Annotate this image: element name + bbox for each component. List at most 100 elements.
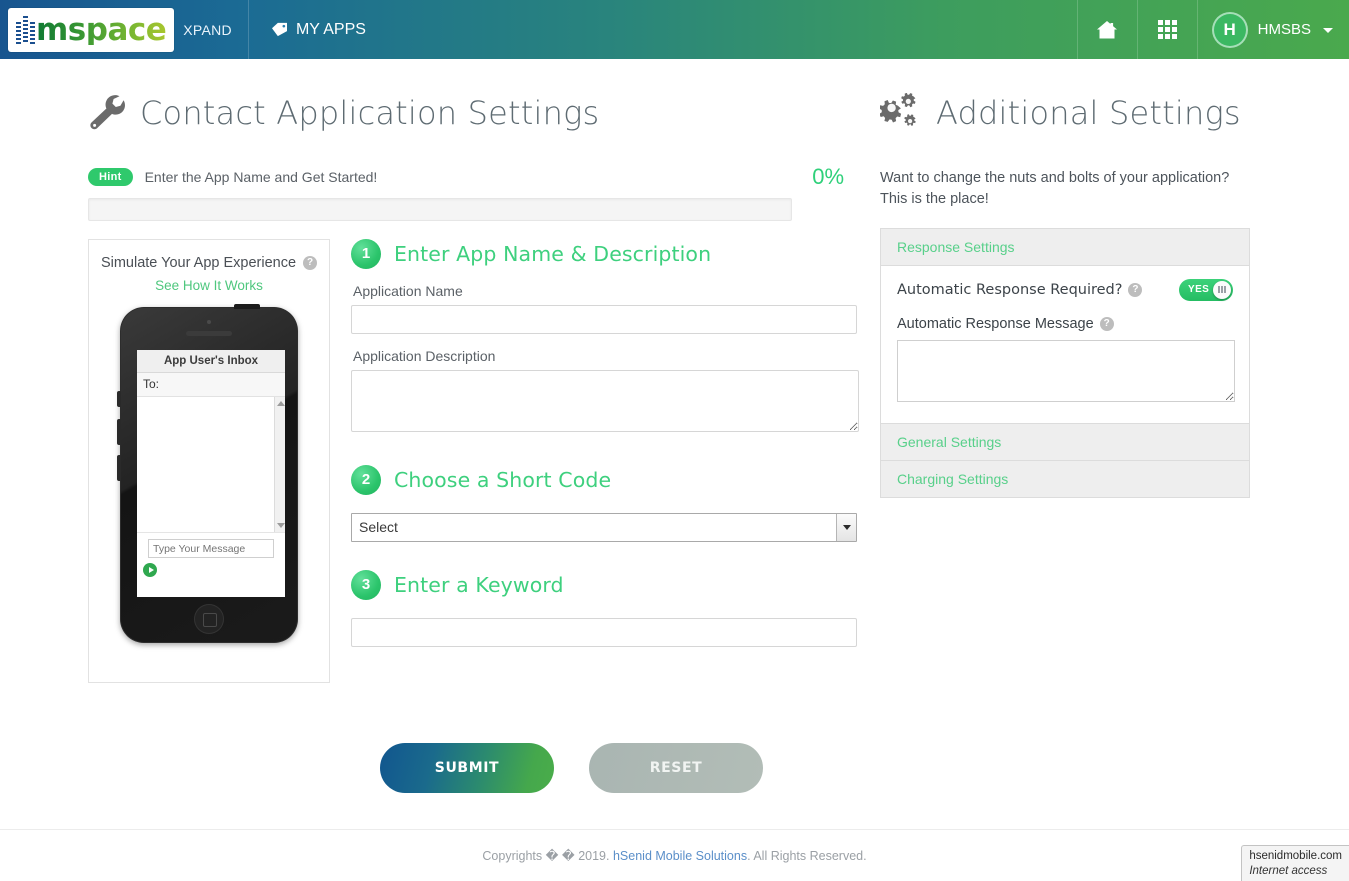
step-1-title: Enter App Name & Description [394, 241, 712, 266]
brand-subtitle: XPAND [183, 21, 232, 38]
page-body: Contact Application Settings Hint Enter … [0, 59, 1349, 829]
auto-response-required-label: Automatic Response Required? [897, 281, 1123, 298]
application-name-input[interactable] [351, 304, 857, 334]
page-title-row: Contact Application Settings [0, 73, 880, 154]
gears-icon [880, 93, 916, 127]
phone-volume-up-button [117, 418, 121, 445]
nav-user-menu[interactable]: H HMSBS [1196, 0, 1349, 59]
auto-response-required-row: Automatic Response Required? ? YES [897, 278, 1233, 301]
phone-screen: App User's Inbox To: [137, 349, 285, 597]
phone-home-button [194, 603, 224, 634]
reset-button[interactable]: RESET [589, 742, 763, 793]
help-icon[interactable]: ? [1099, 316, 1114, 331]
accordion-header-general-settings[interactable]: General Settings [881, 422, 1249, 460]
accordion-header-general-settings-label: General Settings [897, 433, 1002, 450]
form-action-row: SUBMIT RESET [380, 742, 880, 793]
phone-message-input[interactable] [148, 539, 274, 559]
hint-row: Hint Enter the App Name and Get Started!… [0, 164, 880, 190]
short-code-select[interactable]: Select [351, 512, 857, 542]
chevron-down-icon [1323, 28, 1333, 33]
status-tooltip-url: hsenidmobile.com [1249, 850, 1342, 862]
main-content: Simulate Your App Experience ? See How I… [0, 238, 880, 683]
browser-status-tooltip: hsenidmobile.com Internet access [1241, 845, 1349, 881]
step-3-number: 3 [351, 569, 381, 600]
phone-send-button[interactable] [143, 563, 157, 578]
help-icon[interactable]: ? [303, 255, 318, 270]
phone-power-button [234, 303, 260, 309]
logo-wordmark: mspace [36, 12, 167, 48]
nav-item-my-apps[interactable]: MY APPS [249, 0, 389, 59]
hint-text: Enter the App Name and Get Started! [144, 168, 378, 185]
step-1-number: 1 [351, 238, 381, 269]
left-column: Contact Application Settings Hint Enter … [0, 59, 880, 829]
mspace-logo[interactable]: mspace [8, 7, 175, 52]
keyword-input[interactable] [351, 617, 857, 647]
toggle-state-label: YES [1188, 284, 1210, 296]
auto-response-message-textarea[interactable] [897, 339, 1235, 402]
step-2-number: 2 [351, 464, 381, 495]
footer-copyright-pre: Copyrights � � 2019. [482, 849, 610, 863]
nav-item-my-apps-label: MY APPS [295, 20, 366, 38]
auto-response-message-label: Automatic Response Message [897, 315, 1094, 332]
toggle-knob-icon [1213, 280, 1231, 299]
footer-company-link[interactable]: hSenid Mobile Solutions [613, 849, 747, 863]
avatar: H [1211, 11, 1248, 48]
send-arrow-icon [148, 567, 154, 574]
select-dropdown-arrow-button[interactable] [836, 513, 856, 541]
phone-mockup: App User's Inbox To: [117, 303, 298, 643]
additional-settings-title-row: Additional Settings [880, 73, 1349, 154]
additional-settings-description: Want to change the nuts and bolts of you… [880, 169, 1230, 207]
application-name-label: Application Name [353, 282, 463, 299]
accordion-header-response-settings[interactable]: Response Settings [881, 228, 1249, 266]
simulator-title: Simulate Your App Experience ? [100, 254, 318, 271]
simulator-title-label: Simulate Your App Experience [100, 254, 297, 271]
settings-form: 1 Enter App Name & Description Applicati… [351, 238, 861, 683]
brand-area[interactable]: mspace XPAND [0, 0, 249, 59]
accordion-header-charging-settings[interactable]: Charging Settings [881, 459, 1249, 497]
wrench-icon [90, 95, 125, 130]
phone-compose-area [137, 532, 285, 580]
accordion-header-charging-settings-label: Charging Settings [897, 470, 1009, 487]
nav-apps-grid-button[interactable] [1136, 0, 1197, 59]
additional-settings-title: Additional Settings [936, 94, 1241, 133]
help-icon[interactable]: ? [1128, 282, 1143, 297]
status-tooltip-subtext: Internet access [1249, 865, 1328, 877]
step-3-title: Enter a Keyword [394, 572, 564, 597]
submit-button[interactable]: SUBMIT [380, 742, 554, 793]
nav-home-button[interactable] [1076, 0, 1137, 59]
scroll-down-arrow-icon[interactable] [277, 522, 285, 528]
application-description-label: Application Description [353, 347, 496, 364]
nav-user-name: HMSBS [1257, 21, 1311, 38]
step-2-block: 2 Choose a Short Code Select [351, 464, 861, 542]
additional-settings-accordion: Response Settings Automatic Response Req… [880, 227, 1250, 498]
hint-badge: Hint [88, 167, 133, 186]
right-column: Additional Settings Want to change the n… [880, 59, 1349, 829]
see-how-it-works-link[interactable]: See How It Works [99, 278, 319, 293]
phone-volume-down-button [117, 454, 121, 481]
footer-copyright-post: . All Rights Reserved. [747, 848, 867, 863]
inbox-to-label: To: [137, 372, 285, 397]
logo-m-bars-icon [16, 16, 35, 44]
step-1-header: 1 Enter App Name & Description [351, 238, 861, 269]
phone-speaker [186, 330, 232, 336]
app-simulator-card: Simulate Your App Experience ? See How I… [88, 238, 330, 683]
inbox-title: App User's Inbox [137, 349, 285, 373]
step-1-block: 1 Enter App Name & Description Applicati… [351, 238, 861, 437]
application-description-textarea[interactable] [351, 369, 859, 432]
accordion-header-response-settings-label: Response Settings [897, 238, 1015, 255]
auto-response-message-row: Automatic Response Message ? [897, 316, 1233, 332]
step-2-header: 2 Choose a Short Code [351, 464, 861, 495]
inbox-scrollbar[interactable] [274, 396, 285, 532]
grid-apps-icon [1157, 20, 1177, 39]
progress-percent-label: 0% [812, 163, 844, 189]
tag-icon [271, 22, 287, 37]
phone-mute-switch [117, 390, 121, 407]
step-3-header: 3 Enter a Keyword [351, 569, 861, 600]
inbox-message-list [137, 396, 285, 533]
short-code-selected-value: Select [359, 519, 398, 536]
page-footer: Copyrights � � 2019. hSenid Mobile Solut… [0, 829, 1349, 881]
auto-response-required-toggle[interactable]: YES [1179, 278, 1233, 301]
home-icon [1097, 20, 1118, 38]
scroll-up-arrow-icon[interactable] [277, 400, 285, 406]
